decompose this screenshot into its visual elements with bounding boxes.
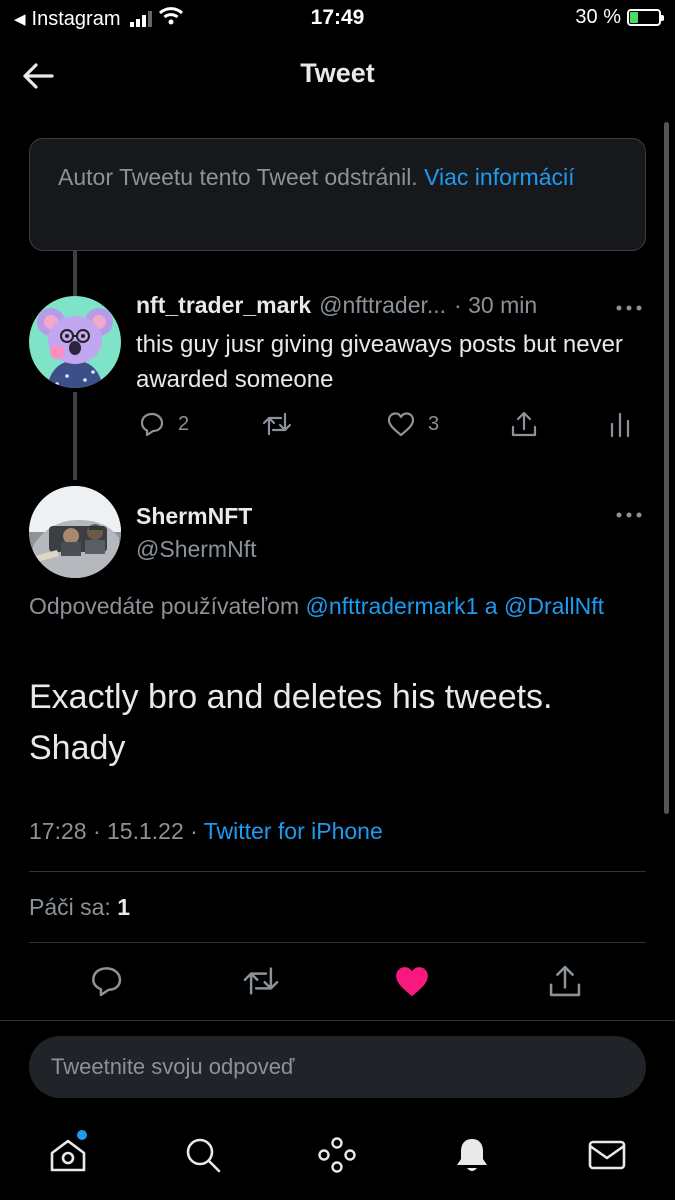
- tweet-timestamp[interactable]: · 30 min: [454, 292, 537, 319]
- author-name[interactable]: nft_trader_mark: [136, 292, 311, 319]
- like-button[interactable]: 3: [386, 409, 439, 439]
- bell-icon: [457, 1139, 487, 1171]
- divider: [0, 1020, 675, 1021]
- author-handle[interactable]: @nfttrader...: [319, 292, 446, 319]
- spaces-icon: [318, 1137, 356, 1173]
- share-icon: [511, 411, 537, 437]
- tab-search[interactable]: [182, 1134, 224, 1176]
- retweet-button[interactable]: [240, 962, 282, 1000]
- tab-spaces[interactable]: [316, 1134, 358, 1176]
- deleted-tweet-notice: Autor Tweetu tento Tweet odstránil. Viac…: [29, 138, 646, 251]
- notification-dot: [77, 1130, 87, 1140]
- photo-avatar-icon: [29, 486, 121, 578]
- like-button[interactable]: [393, 962, 431, 1000]
- reply-count: 2: [178, 412, 190, 435]
- battery-icon: [627, 9, 664, 26]
- scrollbar[interactable]: [664, 122, 669, 814]
- retweet-button[interactable]: [260, 409, 306, 439]
- replying-to-label: Odpovedáte používateľom: [29, 593, 300, 619]
- retweet-icon: [262, 412, 292, 436]
- reply-button[interactable]: 2: [136, 409, 189, 439]
- likes-count: 1: [117, 894, 131, 920]
- likes-label: Páči sa:: [29, 894, 111, 920]
- tab-home[interactable]: [47, 1130, 89, 1176]
- tweet-text: this guy jusr giving giveaways posts but…: [136, 331, 623, 393]
- more-info-link[interactable]: Viac informácií: [424, 164, 574, 190]
- more-dots-icon: [616, 305, 642, 311]
- avatar-nft-trader-mark[interactable]: [29, 296, 121, 388]
- retweet-icon: [243, 967, 279, 995]
- author-handle[interactable]: @ShermNft: [136, 536, 256, 563]
- like-count: 3: [428, 412, 440, 435]
- thread-line-bottom: [73, 392, 77, 480]
- reply-input[interactable]: Tweetnite svoju odpoveď: [29, 1036, 646, 1098]
- likes-summary[interactable]: Páči sa: 1: [29, 894, 130, 921]
- divider: [29, 871, 646, 872]
- home-icon: [50, 1139, 86, 1172]
- more-dots-icon: [616, 512, 642, 518]
- deleted-notice-text: Autor Tweetu tento Tweet odstránil.: [58, 164, 418, 190]
- avatar-shermnft[interactable]: [29, 486, 121, 578]
- mail-icon: [588, 1140, 626, 1170]
- more-options-button[interactable]: [612, 501, 646, 529]
- battery-fill: [630, 12, 638, 23]
- thread-line-top: [73, 251, 77, 296]
- reply-input-placeholder: Tweetnite svoju odpoveď: [51, 1054, 295, 1079]
- tweet-source-link[interactable]: Twitter for iPhone: [204, 818, 383, 844]
- replying-to-line: Odpovedáte používateľom @nfttradermark1 …: [29, 588, 646, 625]
- author-name[interactable]: ShermNFT: [136, 503, 252, 530]
- search-icon: [186, 1138, 221, 1173]
- tweet-timestamp: 17:28 · 15.1.22 ·: [29, 818, 198, 844]
- battery-percent: 30 %: [575, 6, 621, 28]
- divider: [29, 942, 646, 943]
- reply-icon: [140, 412, 164, 437]
- tab-messages[interactable]: [586, 1134, 628, 1176]
- heart-filled-icon: [396, 967, 428, 997]
- status-battery-group: 30 %: [575, 6, 664, 29]
- tweet-text: Exactly bro and deletes his tweets. Shad…: [29, 678, 553, 767]
- heart-icon: [387, 412, 415, 437]
- analytics-button[interactable]: [606, 409, 634, 439]
- tab-notifications[interactable]: [451, 1134, 493, 1176]
- analytics-icon: [610, 412, 630, 438]
- tweet-meta: 17:28 · 15.1.22 · Twitter for iPhone: [29, 818, 383, 845]
- share-icon: [549, 965, 581, 997]
- more-options-button[interactable]: [612, 294, 646, 322]
- reply-icon: [92, 967, 122, 997]
- mention-link[interactable]: @DrallNft: [504, 593, 604, 619]
- share-button[interactable]: [509, 409, 539, 439]
- reply-button[interactable]: [87, 962, 125, 1000]
- mention-link[interactable]: @nfttradermark1: [306, 593, 479, 619]
- mention-join: a: [484, 593, 498, 619]
- koala-avatar-icon: [37, 308, 113, 388]
- status-time: 17:49: [310, 6, 365, 29]
- share-button[interactable]: [546, 962, 584, 1000]
- page-title: Tweet: [300, 58, 375, 88]
